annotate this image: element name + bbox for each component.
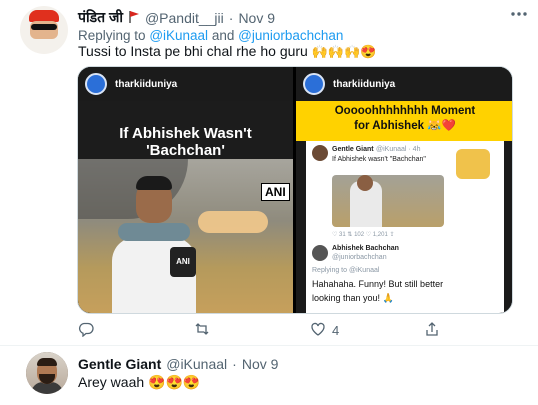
embedded-screenshot: Gentle Giant @iKunaal · 4h If Abhishek w… [306,141,504,313]
tweet-text: Tussi to Insta pe bhi chal rhe ho guru 🙌… [78,43,376,60]
reply-handle: @juniorbachchan [332,254,387,261]
handle[interactable]: @Pandit__jii [145,10,224,26]
embed-photo [332,175,444,227]
media-grid[interactable]: tharkiiduniya If Abhishek Wasn't 'Bachch… [77,66,513,314]
ig-account: tharkiiduniya [333,78,396,90]
reply-button[interactable] [78,321,94,340]
ig-header: tharkiiduniya [296,67,512,101]
tweet-actions: 4 [78,321,518,341]
instagram-avatar-icon [85,73,107,95]
handle[interactable]: @iKunaal [166,356,227,372]
mic-label: ANI [170,247,196,277]
video-title: If Abhishek Wasn't 'Bachchan' [119,125,252,159]
tweet-emoji: 😍😍😍 [148,374,201,390]
reply-mention-2[interactable]: @juniorbachchan [238,28,343,43]
display-name[interactable]: Gentle Giant [78,356,161,372]
banner-line-2: for Abhishek 😹❤️ [354,120,456,132]
reply-bubble-icon [78,321,94,340]
tweet-body: Arey waah [78,374,145,390]
retweet-icon [194,321,210,340]
tweet-date[interactable]: Nov 9 [238,10,275,26]
cartoon-sticker [456,149,490,179]
tweet-date[interactable]: Nov 9 [242,356,279,372]
avatar [312,245,328,261]
ig-header: tharkiiduniya [78,67,293,101]
separator: · [228,9,234,26]
tweet-header: Gentle Giant @iKunaal · Nov 9 [78,356,278,372]
replying-to: Replying to @iKunaal [312,267,380,274]
reply-text-2: looking than you! 🙏 [312,293,394,303]
reply-name: Abhishek Bachchan [332,245,399,252]
tweet-pandit[interactable]: पंडित जी @Pandit__jii · Nov 9 Replying t… [0,0,538,345]
retweet-button[interactable] [194,321,210,340]
replying-prefix: Replying to [78,28,146,43]
meme-banner: Ooooohhhhhhhh Moment for Abhishek 😹❤️ [296,101,512,141]
share-button[interactable] [424,321,440,340]
embed-name: Gentle Giant [332,146,374,153]
avatar [312,145,328,161]
separator: · [232,356,237,372]
reply-text-1: Hahahaha. Funny! But still better [312,279,444,289]
like-count: 4 [332,323,340,338]
avatar[interactable] [20,6,68,54]
tweet-text: Arey waah 😍😍😍 [78,374,200,391]
reply-mention-1[interactable]: @iKunaal [149,28,208,43]
tweet-emoji: 🙌🙌🙌😍 [311,44,377,59]
pennant-flag-icon [128,10,140,26]
embed-stats: ♡ 31 ⇅ 102 ♡ 1,201 ⇪ [332,232,395,238]
embed-text: If Abhishek wasn't "Bachchan" [332,156,426,163]
replying-to: Replying to @iKunaal and @juniorbachchan [78,28,343,43]
embed-handle: @iKunaal · 4h [376,146,421,153]
more-dots-icon[interactable] [510,4,528,22]
like-button[interactable]: 4 [310,321,339,340]
media-left[interactable]: tharkiiduniya If Abhishek Wasn't 'Bachch… [78,67,293,313]
display-name[interactable]: पंडित जी [78,8,123,27]
watermark: ANI [261,183,290,201]
tweet-body: Tussi to Insta pe bhi chal rhe ho guru [78,43,308,59]
instagram-avatar-icon [303,73,325,95]
reply-and: and [211,28,235,43]
banner-line-1: Ooooohhhhhhhh Moment [334,105,476,117]
tweet-header: पंडित जी @Pandit__jii · Nov 9 [78,8,275,27]
heart-icon [310,321,326,340]
share-icon [424,321,440,340]
media-right[interactable]: tharkiiduniya Ooooohhhhhhhh Moment for A… [296,67,512,313]
avatar[interactable] [26,352,68,394]
ig-account: tharkiiduniya [115,78,178,90]
tweet-gentle-giant[interactable]: Gentle Giant @iKunaal · Nov 9 Arey waah … [0,346,538,405]
